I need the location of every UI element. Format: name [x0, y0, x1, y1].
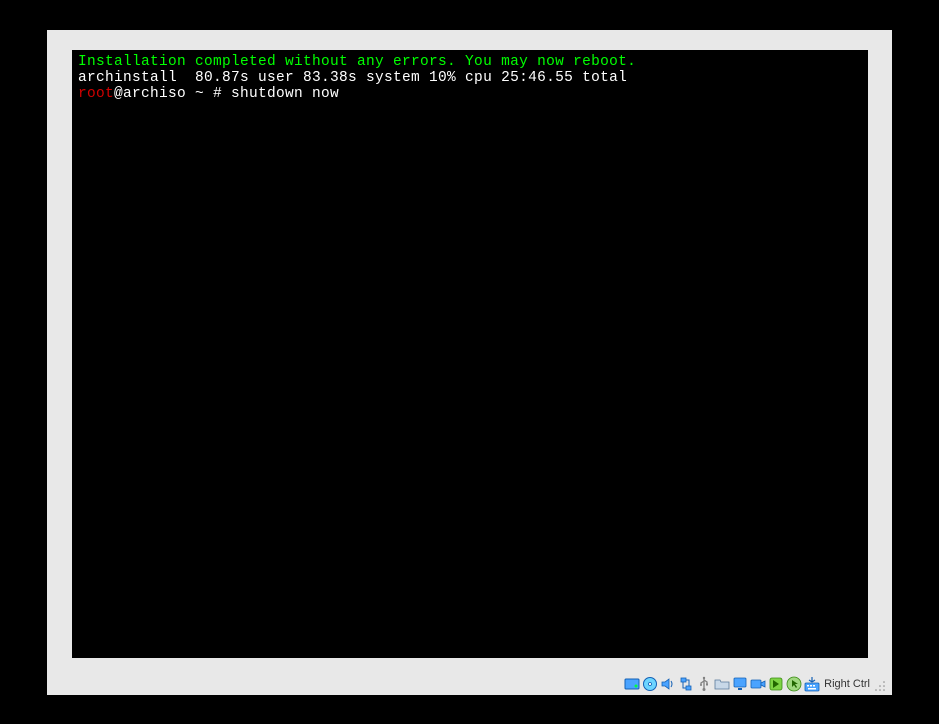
display-icon[interactable]: [732, 676, 748, 692]
terminal-screen[interactable]: Installation completed without any error…: [72, 50, 868, 658]
terminal-command: shutdown now: [231, 86, 339, 102]
vm-window: Installation completed without any error…: [47, 30, 892, 695]
prompt-user: root: [78, 86, 114, 102]
host-key-label: Right Ctrl: [824, 678, 870, 690]
mouse-integration-icon[interactable]: [786, 676, 802, 692]
resize-grip-icon[interactable]: [874, 680, 886, 692]
prompt-host: @archiso ~ #: [114, 86, 231, 102]
audio-icon[interactable]: [660, 676, 676, 692]
network-icon[interactable]: [678, 676, 694, 692]
keyboard-icon[interactable]: [804, 676, 820, 692]
usb-icon[interactable]: [696, 676, 712, 692]
guest-additions-icon[interactable]: [768, 676, 784, 692]
terminal-message: Installation completed without any error…: [78, 54, 862, 70]
recording-icon[interactable]: [750, 676, 766, 692]
vm-statusbar: Right Ctrl: [620, 673, 892, 695]
terminal-stats: archinstall 80.87s user 83.38s system 10…: [78, 70, 862, 86]
shared-folders-icon[interactable]: [714, 676, 730, 692]
optical-disk-icon[interactable]: [642, 676, 658, 692]
hard-disk-icon[interactable]: [624, 676, 640, 692]
terminal-prompt-line: root@archiso ~ # shutdown now: [78, 86, 862, 102]
